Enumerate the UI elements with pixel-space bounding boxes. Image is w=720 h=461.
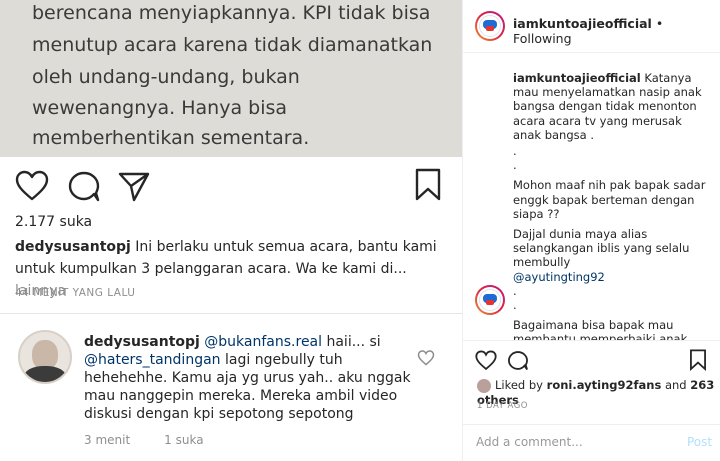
caption-username[interactable]: dedysusantopj (15, 239, 131, 255)
heart-icon[interactable] (15, 170, 49, 202)
post-timestamp: 44 MENIT YANG LALU (15, 287, 136, 299)
comment-likes[interactable]: 1 suka (164, 433, 203, 447)
post-button[interactable]: Post (687, 435, 712, 449)
avatar[interactable] (18, 330, 72, 384)
divider (463, 424, 720, 425)
comment-input[interactable]: Add a comment... (476, 435, 583, 449)
quote-line: wewenangnya. Hanya bisa (32, 97, 288, 119)
comment-meta: 3 menit 1 suka (84, 433, 238, 447)
caption-paragraph: Bagaimana bisa bapak mau membantu memper… (513, 318, 688, 340)
heart-icon[interactable] (475, 350, 497, 371)
header-username[interactable]: iamkuntoajieofficial (513, 16, 652, 31)
caption-paragraph: Dajjal dunia maya alias selangkangan ibl… (513, 227, 690, 270)
header-username-line: iamkuntoajieofficial • Following (513, 16, 720, 46)
post-timestamp: 1 DAY AGO (477, 401, 528, 411)
caption-paragraph: Mohon maaf nih pak bapak sadar enggk bap… (513, 178, 706, 221)
comment-time: 3 menit (84, 433, 131, 447)
comments-scroll[interactable]: iamkuntoajieofficial Katanya mau menyela… (463, 53, 720, 340)
quote-line: memberhentikan sementara. (32, 127, 310, 149)
share-icon[interactable] (117, 170, 151, 202)
comment-icon[interactable] (67, 170, 101, 202)
bookmark-icon[interactable] (689, 349, 707, 371)
instagram-screenshot: berencana menyiapkannya. KPI tidak bisa … (0, 0, 720, 461)
liker-username[interactable]: roni.ayting92fans (547, 378, 662, 392)
quote-line: menutup acara karena tidak diamanatkan (32, 34, 433, 56)
comment-username[interactable]: dedysusantopj (84, 334, 200, 350)
dot-line: . (513, 144, 517, 159)
dot-line: . (513, 298, 517, 313)
photo-action-bar (0, 160, 462, 208)
separator: • (651, 16, 664, 31)
mention-link[interactable]: @bukanfans.real (204, 334, 322, 350)
quote-image: berencana menyiapkannya. KPI tidak bisa … (0, 0, 462, 157)
dot-line: . (513, 158, 517, 173)
comment-heart-icon[interactable] (417, 350, 435, 366)
dot-line: . (513, 283, 517, 298)
avatar[interactable] (477, 378, 491, 393)
quote-line: berencana menyiapkannya. KPI tidak bisa (32, 2, 431, 24)
liked-by-and: and (661, 378, 691, 392)
post-header: iamkuntoajieofficial • Following (463, 0, 720, 53)
quote-line: oleh undang-undang, bukan (32, 66, 300, 88)
comment-body: haii... si (322, 334, 381, 350)
liked-by-prefix: Liked by (495, 378, 547, 392)
mention-link[interactable]: @haters_tandingan (84, 352, 221, 368)
bookmark-icon[interactable] (414, 168, 442, 202)
divider (0, 313, 462, 314)
action-bar (463, 345, 720, 373)
avatar[interactable] (475, 11, 505, 41)
caption-block: iamkuntoajieofficial Katanya mau menyela… (513, 71, 709, 340)
divider (463, 340, 720, 341)
comment-text: dedysusantopj @bukanfans.real haii... si… (84, 333, 414, 423)
comment-icon[interactable] (507, 350, 529, 371)
likes-count[interactable]: 2.177 suka (15, 214, 92, 230)
post-sidebar: iamkuntoajieofficial • Following iamkunt… (462, 0, 720, 461)
post-photo: berencana menyiapkannya. KPI tidak bisa … (0, 0, 462, 461)
mention-link[interactable]: @ayutingting92 (513, 270, 709, 284)
avatar[interactable] (475, 285, 505, 315)
caption-username[interactable]: iamkuntoajieofficial (513, 71, 641, 85)
following-button[interactable]: Following (513, 31, 572, 46)
